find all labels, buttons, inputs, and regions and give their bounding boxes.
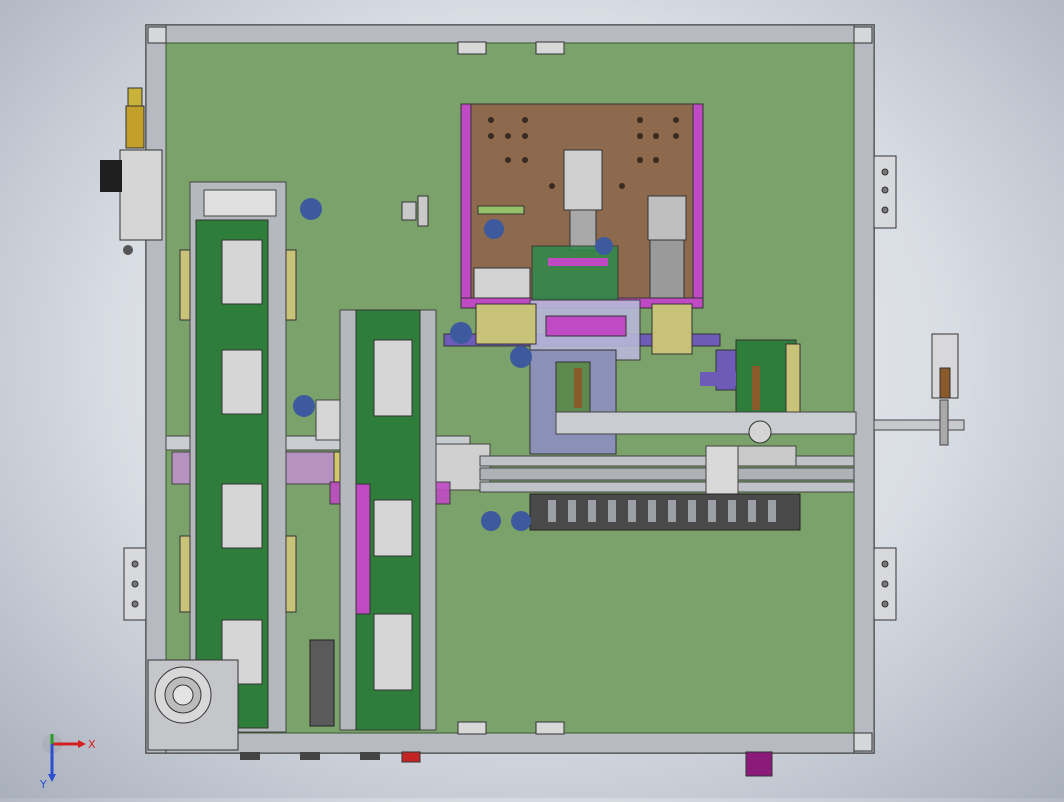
frame-bottom-rail [145,732,875,754]
right-sensor-bracket [873,333,965,446]
cad-viewport[interactable]: X Y [0,0,1064,798]
coordinate-triad: X Y [39,734,96,790]
frame-right-rail [853,24,875,754]
frame-top-rail [145,24,875,44]
brown-station [460,103,704,309]
y-axis-label: Y [39,778,47,790]
x-axis-head [78,740,86,748]
y-axis-head [48,774,56,782]
x-axis-label: X [88,738,96,751]
bottom-fittings [240,751,773,777]
machine-drawing [100,24,965,777]
rotary-table [147,659,239,751]
frame-left-rail [145,24,167,754]
